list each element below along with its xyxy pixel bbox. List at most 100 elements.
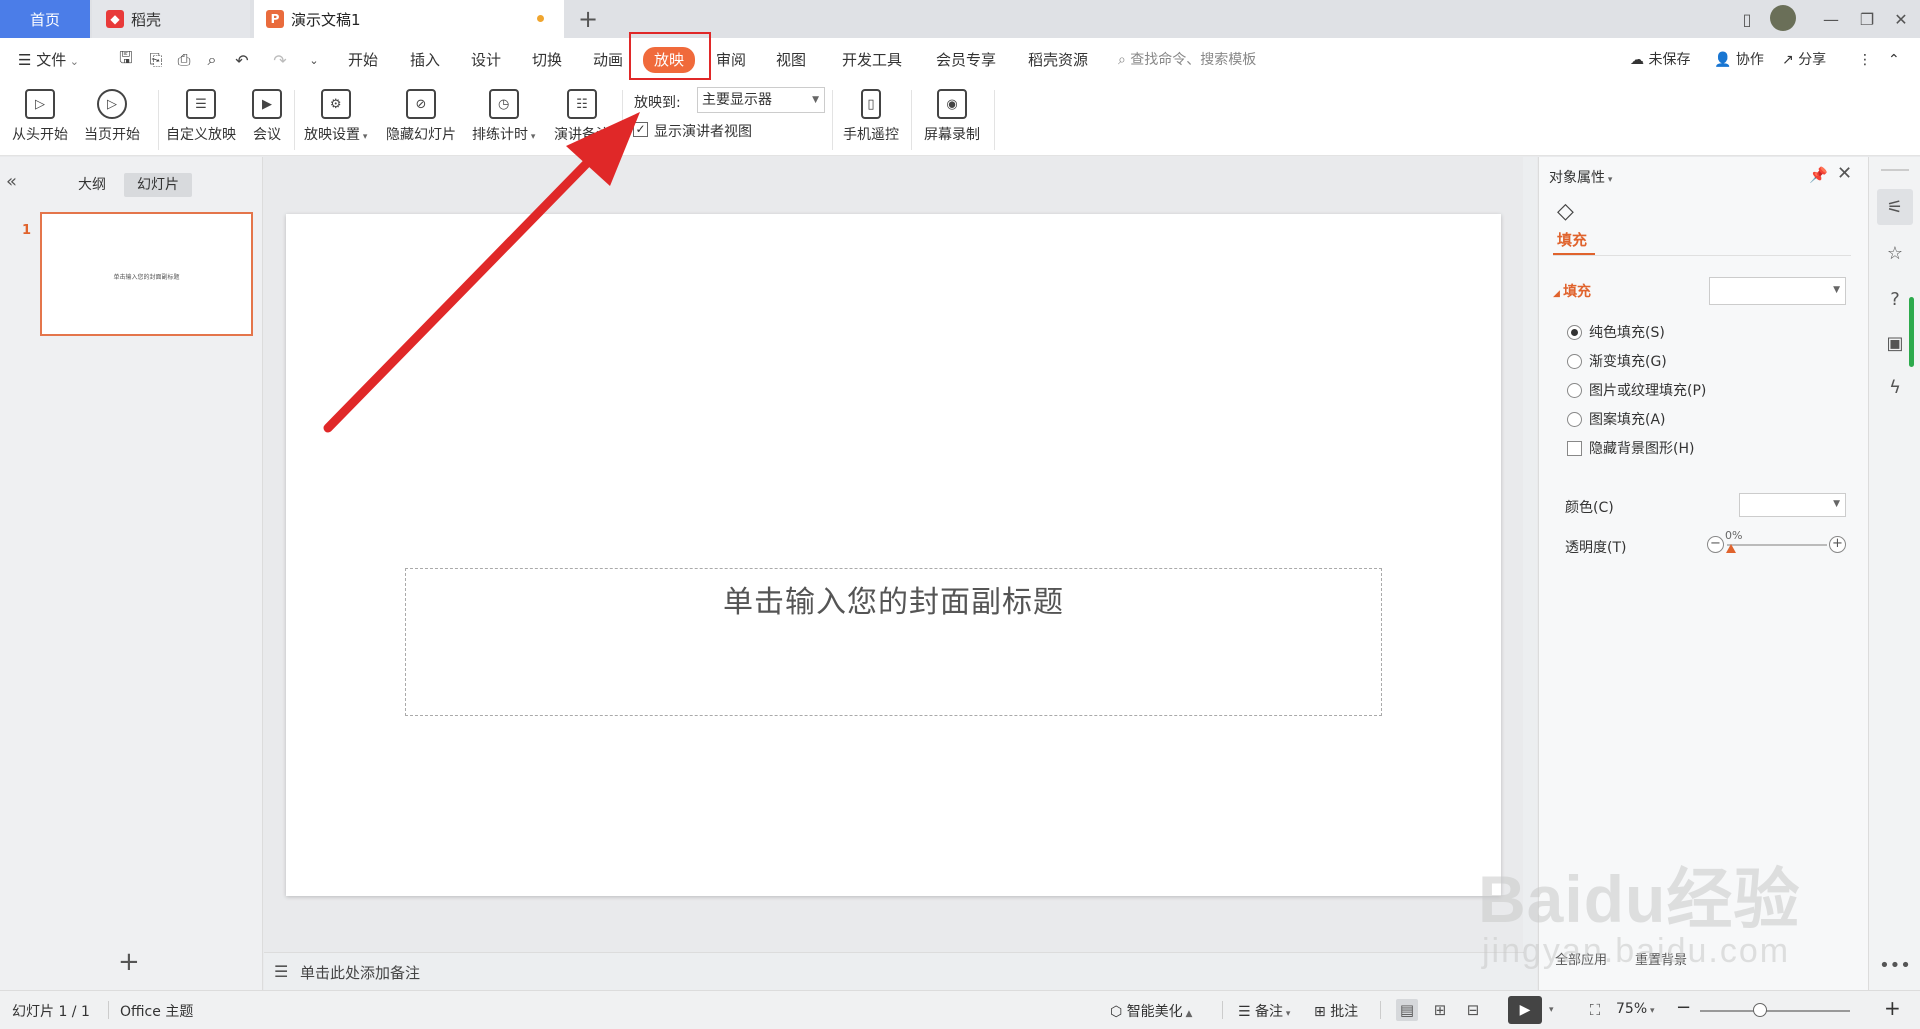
- avatar[interactable]: [1770, 5, 1796, 31]
- transparency-minus-icon[interactable]: −: [1707, 536, 1724, 553]
- collapse-ribbon-icon[interactable]: ⌃: [1888, 48, 1900, 72]
- fill-color-select[interactable]: ▼: [1709, 277, 1846, 305]
- radio-pattern-fill[interactable]: [1567, 411, 1582, 427]
- play-options-icon[interactable]: ▾: [1549, 1005, 1554, 1015]
- color-select[interactable]: ▼: [1739, 493, 1846, 517]
- file-menu[interactable]: ☰ 文件 ⌄: [18, 48, 79, 72]
- more-icon[interactable]: ⋮: [1858, 48, 1872, 72]
- zoom-out-icon[interactable]: −: [1676, 997, 1691, 1018]
- menu-developer[interactable]: 开发工具: [842, 48, 902, 72]
- tab-daoke[interactable]: ◆ 稻壳: [92, 0, 250, 38]
- tab-fill[interactable]: 填充: [1557, 229, 1587, 250]
- restore-icon[interactable]: ❐: [1850, 4, 1884, 34]
- redo-icon[interactable]: ↷: [268, 48, 292, 72]
- rehearse-timing-button[interactable]: ◷ 排练计时 ▾: [472, 86, 535, 152]
- radio-solid-fill[interactable]: [1567, 324, 1582, 340]
- notes-bar[interactable]: ☰ 单击此处添加备注: [264, 952, 1524, 990]
- slide-sorter-icon[interactable]: ⊞: [1429, 999, 1451, 1021]
- sidebar-scroll-indicator[interactable]: [1909, 297, 1914, 367]
- tab-document[interactable]: P 演示文稿1: [254, 0, 564, 38]
- collapse-panel-icon[interactable]: «: [6, 171, 17, 192]
- zoom-slider[interactable]: [1700, 1010, 1850, 1012]
- screen-record-button[interactable]: ◉ 屏幕录制: [924, 86, 980, 152]
- add-slide-icon[interactable]: +: [118, 947, 140, 977]
- menu-animation[interactable]: 动画: [593, 48, 623, 72]
- speaker-notes-button[interactable]: ☷ 演讲备注: [554, 86, 610, 152]
- undo-icon[interactable]: ↶: [230, 48, 254, 72]
- zoom-slider-handle[interactable]: [1753, 1003, 1767, 1017]
- pin-icon[interactable]: 📌: [1809, 166, 1828, 184]
- hide-bg-checkbox[interactable]: [1567, 440, 1582, 456]
- lightning-icon[interactable]: ϟ: [1877, 369, 1913, 405]
- slide-thumbnail[interactable]: 单击输入您的封面副标题: [40, 212, 253, 336]
- image-icon[interactable]: ▣: [1877, 325, 1913, 361]
- transparency-slider-handle[interactable]: [1726, 544, 1736, 553]
- search-box[interactable]: ⌕ 查找命令、搜索模板: [1118, 48, 1256, 72]
- help-icon[interactable]: ?: [1877, 281, 1913, 317]
- reading-view-icon[interactable]: ⊟: [1462, 999, 1484, 1021]
- comments-toggle[interactable]: ⊞ 批注: [1314, 1001, 1358, 1021]
- show-settings-button[interactable]: ⚙ 放映设置 ▾: [304, 86, 367, 152]
- play-to-select[interactable]: 主要显示器 ▼: [697, 87, 825, 113]
- zoom-level[interactable]: 75% ▾: [1616, 1001, 1655, 1017]
- zoom-in-icon[interactable]: +: [1884, 996, 1901, 1020]
- menu-transition[interactable]: 切换: [532, 48, 562, 72]
- menu-member[interactable]: 会员专享: [936, 48, 996, 72]
- tab-slides[interactable]: 幻灯片: [124, 173, 192, 197]
- hide-slide-button[interactable]: ⊘ 隐藏幻灯片: [386, 86, 456, 152]
- menu-review[interactable]: 审阅: [716, 48, 746, 72]
- hide-bg-option[interactable]: 隐藏背景图形(H): [1567, 438, 1694, 458]
- properties-sliders-icon[interactable]: ⚟: [1877, 189, 1913, 225]
- gradient-fill-option[interactable]: 渐变填充(G): [1567, 351, 1667, 371]
- play-slideshow-button[interactable]: ▶: [1508, 996, 1542, 1024]
- minimize-icon[interactable]: —: [1814, 4, 1848, 34]
- from-current-button[interactable]: ▷ 当页开始: [84, 86, 140, 152]
- beautify-button[interactable]: ⬡ 智能美化 ▲: [1110, 1001, 1192, 1021]
- print-preview-icon[interactable]: ⌕: [200, 48, 224, 72]
- slide-canvas[interactable]: [286, 214, 1501, 896]
- normal-view-icon[interactable]: ▤: [1396, 999, 1418, 1021]
- picture-fill-option[interactable]: 图片或纹理填充(P): [1567, 380, 1706, 400]
- menu-start[interactable]: 开始: [348, 48, 378, 72]
- share-button[interactable]: ↗ 分享: [1782, 48, 1826, 72]
- tab-outline[interactable]: 大纲: [66, 173, 118, 197]
- window-layout-icon[interactable]: ▯: [1730, 4, 1764, 34]
- fill-bucket-icon[interactable]: ◇: [1557, 199, 1574, 224]
- tab-home[interactable]: 首页: [0, 0, 90, 38]
- solid-fill-option[interactable]: 纯色填充(S): [1567, 322, 1665, 342]
- reset-background-button[interactable]: 重置背景: [1635, 949, 1687, 968]
- unsaved-button[interactable]: ☁ 未保存: [1630, 48, 1690, 72]
- close-window-icon[interactable]: ✕: [1884, 4, 1918, 34]
- more-dots-icon[interactable]: •••: [1877, 947, 1913, 983]
- custom-show-button[interactable]: ☰ 自定义放映: [166, 86, 236, 152]
- subtitle-placeholder[interactable]: 单击输入您的封面副标题: [405, 568, 1382, 716]
- radio-picture-fill[interactable]: [1567, 382, 1582, 398]
- transparency-slider[interactable]: [1727, 544, 1827, 546]
- presenter-view-checkbox[interactable]: ✓: [633, 122, 648, 137]
- workspace-scrollbar[interactable]: [1523, 157, 1537, 990]
- save-icon[interactable]: 🖫: [114, 48, 138, 72]
- fill-section-header[interactable]: ◢ 填充: [1553, 281, 1591, 301]
- meeting-button[interactable]: ▶ 会议: [252, 86, 282, 152]
- transparency-plus-icon[interactable]: +: [1829, 536, 1846, 553]
- menu-daoke-resources[interactable]: 稻壳资源: [1028, 48, 1088, 72]
- menu-view[interactable]: 视图: [776, 48, 806, 72]
- apply-all-button[interactable]: 全部应用: [1555, 949, 1607, 968]
- star-magic-icon[interactable]: ☆: [1877, 235, 1913, 271]
- props-title[interactable]: 对象属性 ▾: [1549, 167, 1612, 187]
- close-panel-icon[interactable]: ✕: [1837, 163, 1852, 184]
- menu-design[interactable]: 设计: [471, 48, 501, 72]
- fit-window-icon[interactable]: ⛶: [1584, 999, 1606, 1021]
- pattern-fill-option[interactable]: 图案填充(A): [1567, 409, 1666, 429]
- customize-toolbar-icon[interactable]: ⌄: [302, 48, 326, 72]
- theme-name[interactable]: Office 主题: [120, 1001, 193, 1021]
- collab-button[interactable]: 👤 协作: [1714, 48, 1764, 72]
- new-tab-icon[interactable]: +: [574, 5, 602, 33]
- radio-gradient-fill[interactable]: [1567, 353, 1582, 369]
- from-start-button[interactable]: ▷ 从头开始: [12, 86, 68, 152]
- export-pdf-icon[interactable]: ⎘: [144, 48, 168, 72]
- phone-remote-button[interactable]: ▯ 手机遥控: [843, 86, 899, 152]
- print-icon[interactable]: ⎙: [172, 48, 196, 72]
- notes-toggle[interactable]: ☰ 备注 ▾: [1238, 1001, 1290, 1021]
- menu-insert[interactable]: 插入: [410, 48, 440, 72]
